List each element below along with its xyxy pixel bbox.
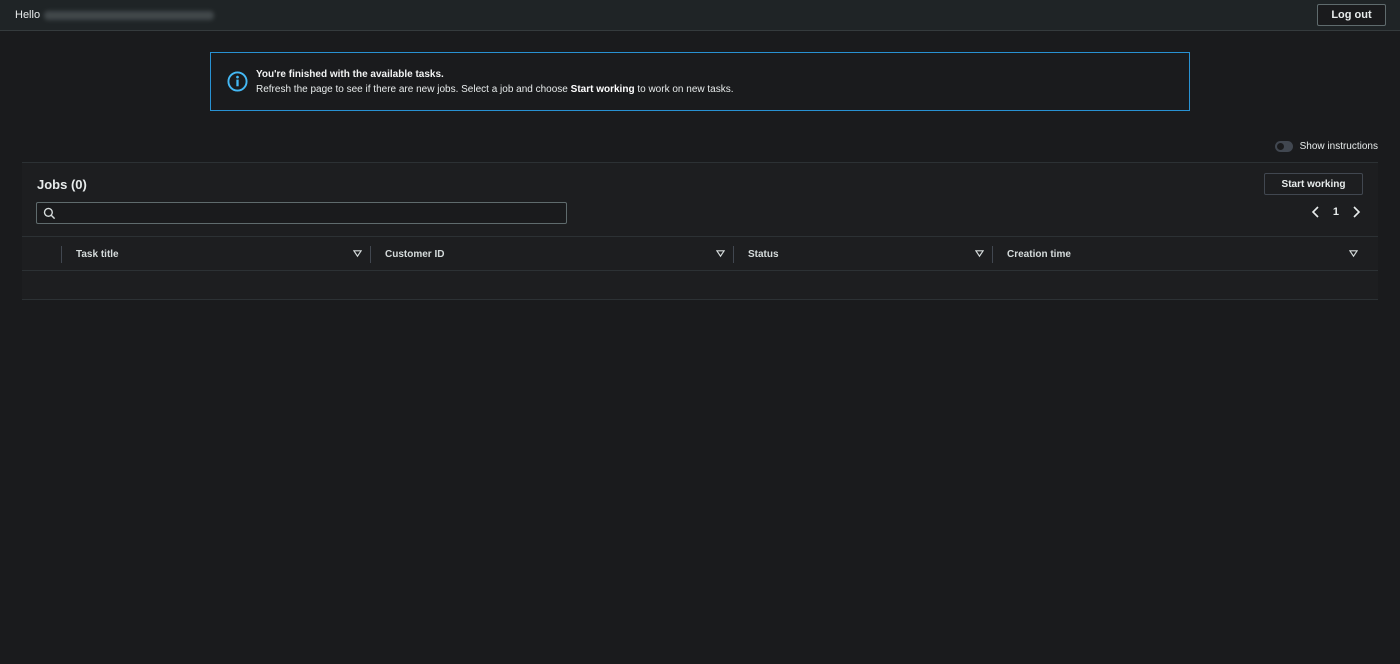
- user-email-redacted: [44, 10, 215, 20]
- info-alert: You're finished with the available tasks…: [210, 52, 1190, 111]
- search-box[interactable]: [36, 202, 567, 224]
- column-creation-time[interactable]: Creation time: [992, 237, 1366, 272]
- sort-icon[interactable]: [975, 249, 984, 258]
- page-number[interactable]: 1: [1333, 206, 1339, 218]
- column-divider: [61, 246, 62, 263]
- alert-body-bold: Start working: [570, 84, 635, 95]
- column-label: Task title: [76, 249, 119, 260]
- sort-icon[interactable]: [716, 249, 725, 258]
- toggle-switch[interactable]: [1274, 141, 1293, 152]
- pagination: 1: [1309, 205, 1363, 219]
- chevron-left-icon: [1311, 206, 1319, 218]
- top-bar: Hello Log out: [0, 0, 1400, 31]
- column-task-title[interactable]: Task title: [61, 237, 370, 272]
- logout-button[interactable]: Log out: [1317, 4, 1386, 26]
- sort-icon[interactable]: [1349, 249, 1358, 258]
- empty-table-body: [22, 271, 1378, 300]
- next-page-button[interactable]: [1349, 205, 1363, 219]
- show-instructions-label: Show instructions: [1299, 141, 1378, 152]
- jobs-panel: Jobs (0) Start working 1 Task title Cust…: [22, 162, 1378, 300]
- column-divider: [733, 246, 734, 263]
- greeting: Hello: [15, 9, 215, 21]
- start-working-button[interactable]: Start working: [1264, 173, 1363, 195]
- column-label: Status: [748, 249, 779, 260]
- jobs-title: Jobs (0): [37, 177, 87, 192]
- alert-body-prefix: Refresh the page to see if there are new…: [256, 84, 571, 95]
- sort-icon[interactable]: [353, 249, 362, 258]
- greeting-label: Hello: [15, 9, 41, 21]
- column-label: Creation time: [1007, 249, 1071, 260]
- chevron-right-icon: [1353, 206, 1361, 218]
- column-divider: [992, 246, 993, 263]
- alert-body-suffix: to work on new tasks.: [634, 84, 734, 95]
- search-icon: [43, 207, 56, 220]
- column-label: Customer ID: [385, 249, 445, 260]
- column-status[interactable]: Status: [733, 237, 992, 272]
- show-instructions-toggle[interactable]: Show instructions: [1274, 141, 1378, 152]
- alert-body: Refresh the page to see if there are new…: [256, 84, 734, 95]
- column-divider: [370, 246, 371, 263]
- column-customer-id[interactable]: Customer ID: [370, 237, 733, 272]
- search-input[interactable]: [61, 205, 561, 221]
- table-header: Task title Customer ID Status Creation t…: [22, 236, 1378, 271]
- info-icon: [227, 71, 248, 92]
- alert-title: You're finished with the available tasks…: [256, 69, 444, 80]
- prev-page-button[interactable]: [1309, 205, 1323, 219]
